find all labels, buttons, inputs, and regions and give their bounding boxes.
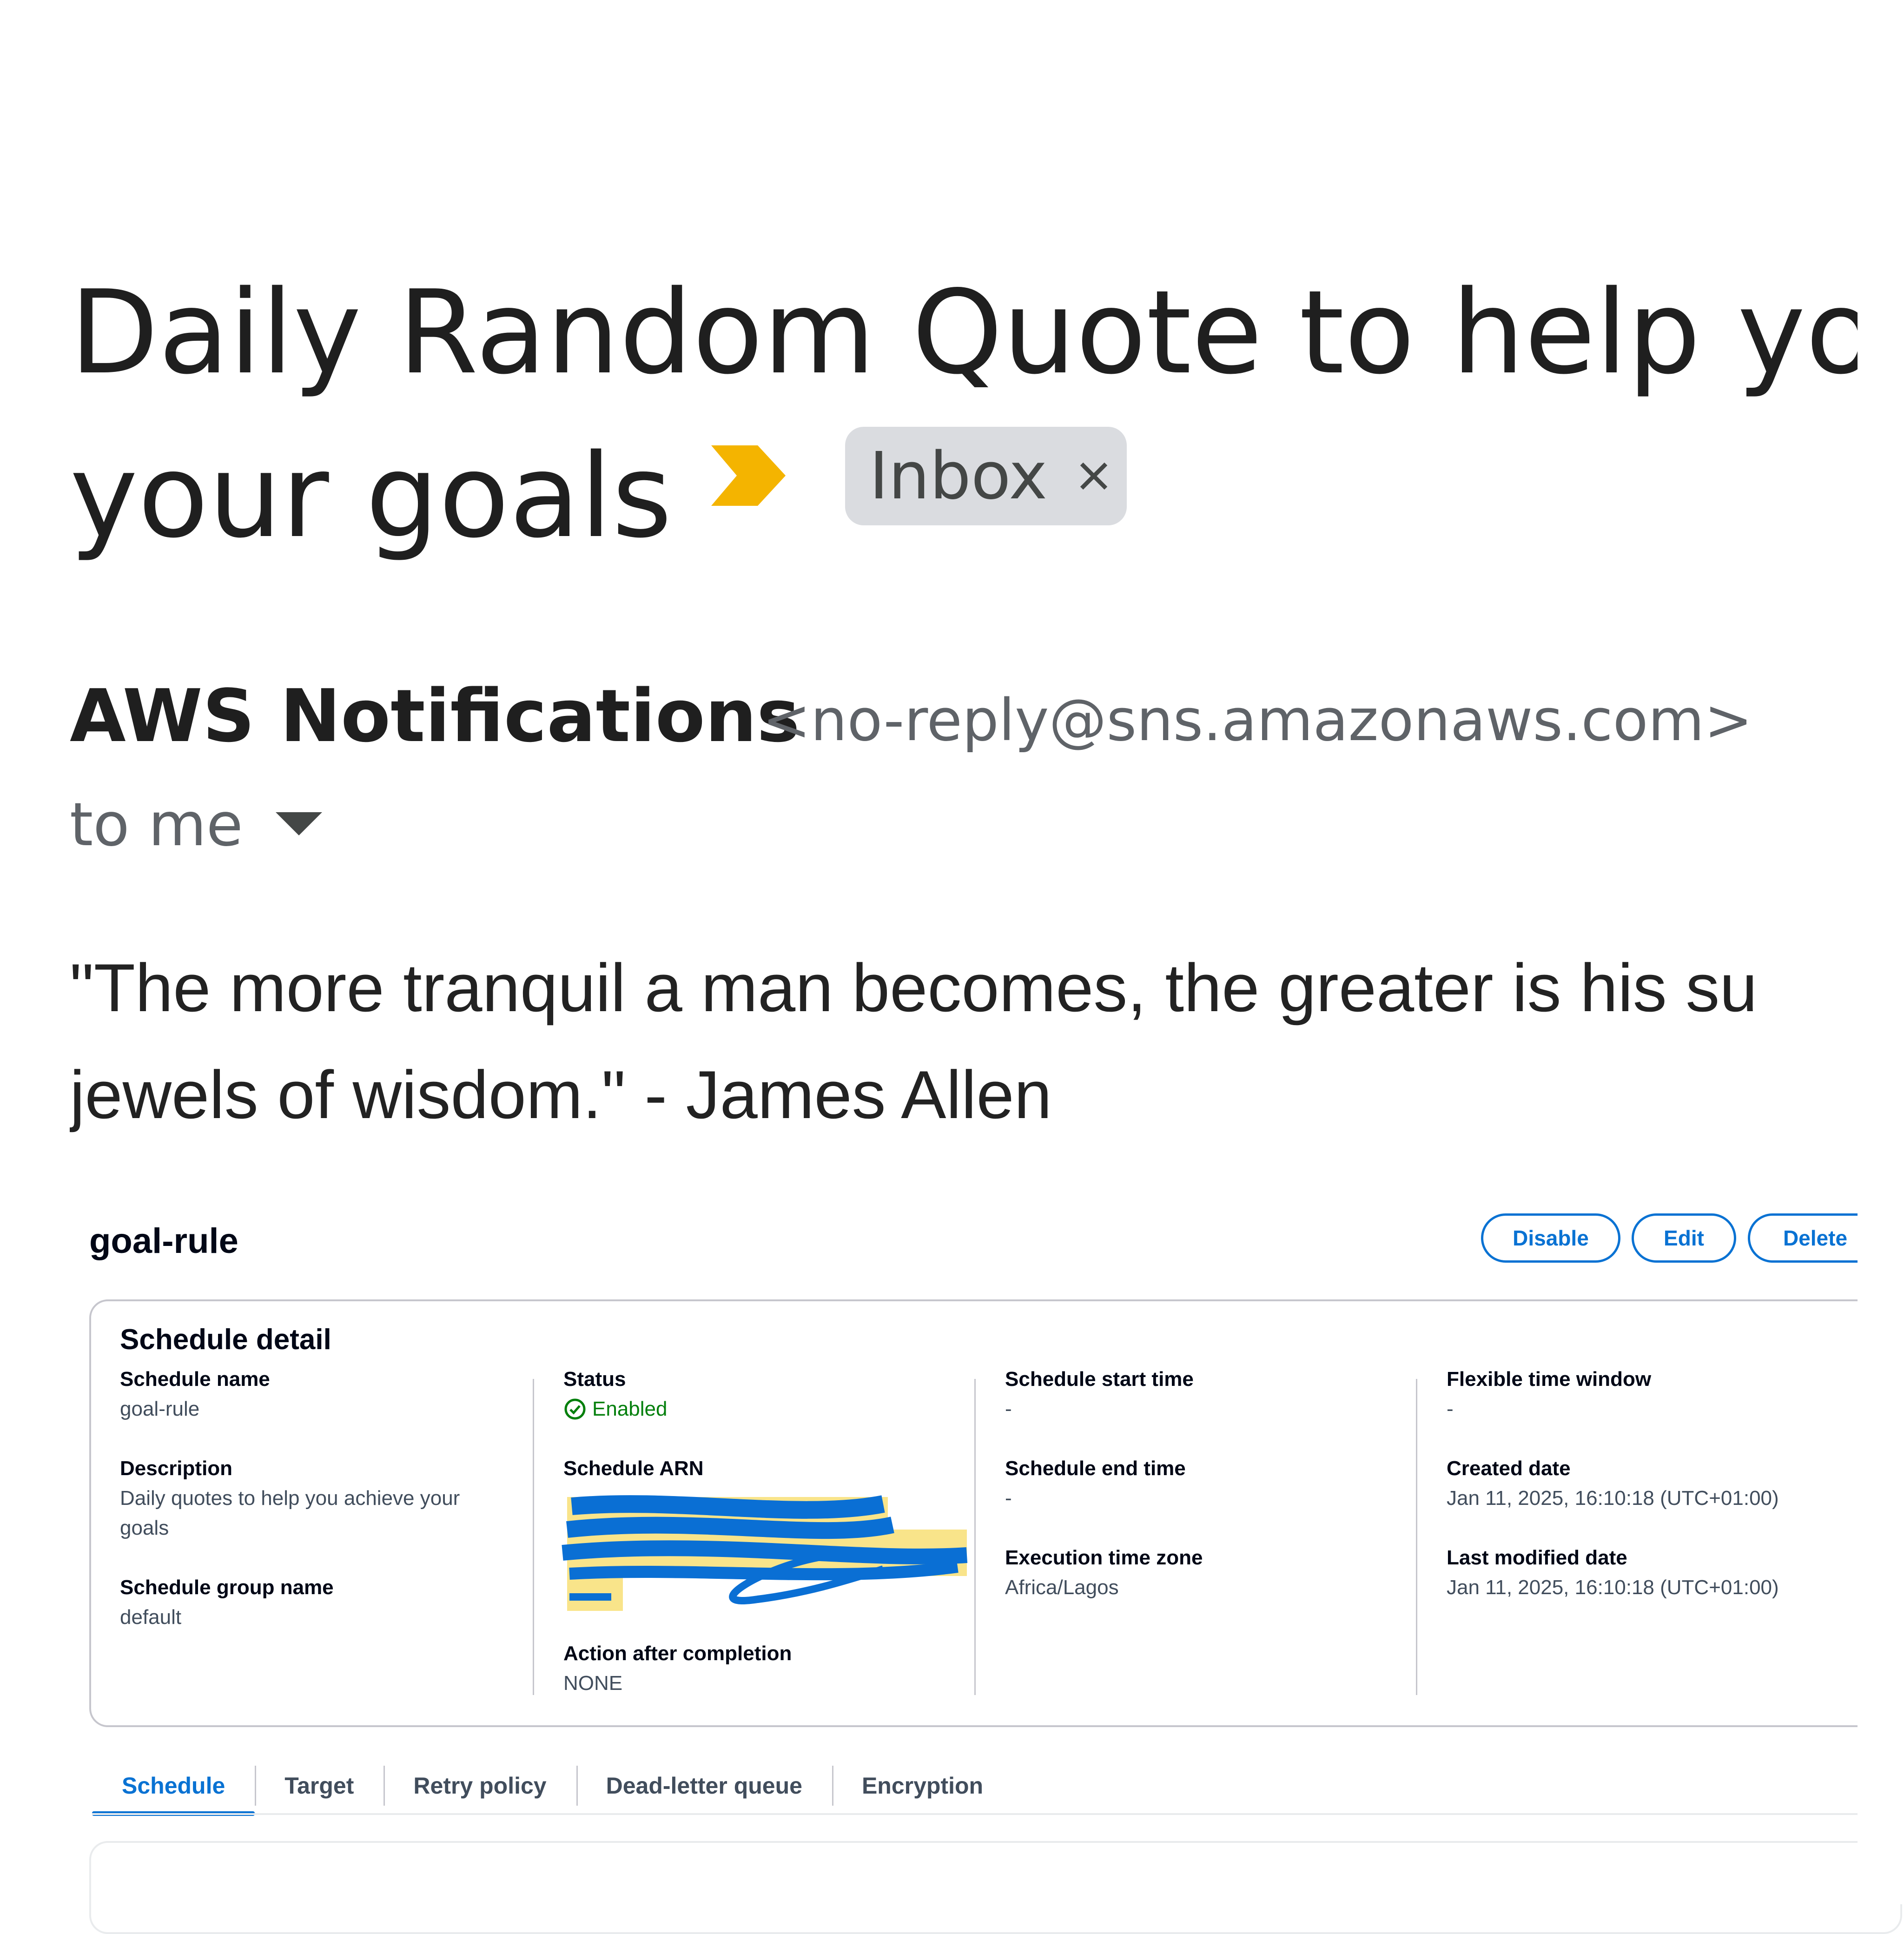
caret-down-icon[interactable] bbox=[275, 812, 322, 838]
field-value: Jan 11, 2025, 16:10:18 (UTC+01:00) bbox=[1447, 1576, 1779, 1599]
created-date-field: Created date Jan 11, 2025, 16:10:18 (UTC… bbox=[1447, 1454, 1856, 1513]
edit-button[interactable]: Edit bbox=[1632, 1213, 1736, 1263]
status-field: Status Enabled bbox=[563, 1364, 959, 1424]
tab-content-panel bbox=[89, 1841, 1902, 1934]
field-label: Schedule start time bbox=[1005, 1368, 1194, 1391]
field-label: Status bbox=[563, 1368, 626, 1391]
sender-name: AWS Notifications bbox=[70, 674, 800, 758]
schedule-start-time-field: Schedule start time - bbox=[1005, 1364, 1400, 1424]
field-value: default bbox=[120, 1606, 182, 1629]
tabs-divider bbox=[92, 1813, 1904, 1815]
field-label: Schedule name bbox=[120, 1368, 270, 1391]
crop-edge bbox=[1858, 0, 1904, 1904]
last-modified-date-field: Last modified date Jan 11, 2025, 16:10:1… bbox=[1447, 1543, 1856, 1603]
schedule-tabs: Schedule Target Retry policy Dead-letter… bbox=[92, 1755, 1013, 1816]
tab-target[interactable]: Target bbox=[255, 1755, 383, 1816]
email-subject: Daily Random Quote to help you your goal… bbox=[70, 251, 1904, 578]
field-label: Action after completion bbox=[563, 1642, 792, 1665]
field-value: - bbox=[1005, 1398, 1012, 1420]
flexible-time-window-field: Flexible time window - bbox=[1447, 1364, 1856, 1424]
inbox-label-text: Inbox bbox=[869, 438, 1048, 514]
field-value: - bbox=[1005, 1487, 1012, 1510]
subject-line-1: Daily Random Quote to help you bbox=[70, 266, 1904, 400]
tab-schedule[interactable]: Schedule bbox=[92, 1755, 255, 1816]
email-body: "The more tranquil a man becomes, the gr… bbox=[70, 934, 1858, 1148]
schedule-arn-field: Schedule ARN bbox=[563, 1454, 959, 1484]
field-value: Jan 11, 2025, 16:10:18 (UTC+01:00) bbox=[1447, 1487, 1779, 1510]
rule-title: goal-rule bbox=[89, 1221, 238, 1261]
check-circle-icon bbox=[564, 1398, 586, 1420]
importance-marker-icon[interactable] bbox=[711, 445, 786, 506]
field-value: goal-rule bbox=[120, 1398, 200, 1420]
action-after-completion-field: Action after completion NONE bbox=[563, 1639, 959, 1698]
field-label: Created date bbox=[1447, 1457, 1571, 1480]
schedule-detail-title: Schedule detail bbox=[120, 1324, 331, 1356]
schedule-name-field: Schedule name goal-rule bbox=[120, 1364, 515, 1424]
tab-retry-policy[interactable]: Retry policy bbox=[383, 1755, 576, 1816]
recipient-text: to me bbox=[70, 790, 243, 860]
field-value: Africa/Lagos bbox=[1005, 1576, 1119, 1599]
field-label: Schedule group name bbox=[120, 1576, 334, 1599]
recipient-details-toggle[interactable]: to me bbox=[70, 790, 322, 860]
description-field: Description Daily quotes to help you ach… bbox=[120, 1454, 501, 1543]
field-label: Flexible time window bbox=[1447, 1368, 1652, 1391]
disable-button[interactable]: Disable bbox=[1481, 1213, 1620, 1263]
status-value: Enabled bbox=[563, 1394, 959, 1424]
close-icon[interactable] bbox=[1075, 457, 1112, 495]
quote-line-2: jewels of wisdom." - James Allen bbox=[70, 1057, 1052, 1133]
field-label: Schedule end time bbox=[1005, 1457, 1186, 1480]
field-label: Schedule ARN bbox=[563, 1457, 704, 1480]
quote-line-1: "The more tranquil a man becomes, the gr… bbox=[70, 950, 1758, 1026]
schedule-end-time-field: Schedule end time - bbox=[1005, 1454, 1400, 1513]
field-label: Execution time zone bbox=[1005, 1546, 1203, 1569]
tab-encryption[interactable]: Encryption bbox=[832, 1755, 1013, 1816]
execution-time-zone-field: Execution time zone Africa/Lagos bbox=[1005, 1543, 1400, 1603]
schedule-group-name-field: Schedule group name default bbox=[120, 1573, 515, 1632]
sender-email: <no-reply@sns.amazonaws.com> bbox=[762, 687, 1753, 754]
column-divider bbox=[533, 1379, 534, 1695]
field-value: - bbox=[1447, 1398, 1454, 1420]
field-value: NONE bbox=[563, 1672, 623, 1695]
field-label: Description bbox=[120, 1457, 233, 1480]
inbox-label-chip[interactable]: Inbox bbox=[845, 427, 1127, 525]
field-label: Last modified date bbox=[1447, 1546, 1627, 1569]
field-value: Daily quotes to help you achieve your go… bbox=[120, 1487, 460, 1539]
tab-dead-letter-queue[interactable]: Dead-letter queue bbox=[576, 1755, 832, 1816]
column-divider bbox=[1416, 1379, 1417, 1695]
status-text: Enabled bbox=[592, 1398, 668, 1420]
redaction-scribble bbox=[562, 1495, 968, 1611]
